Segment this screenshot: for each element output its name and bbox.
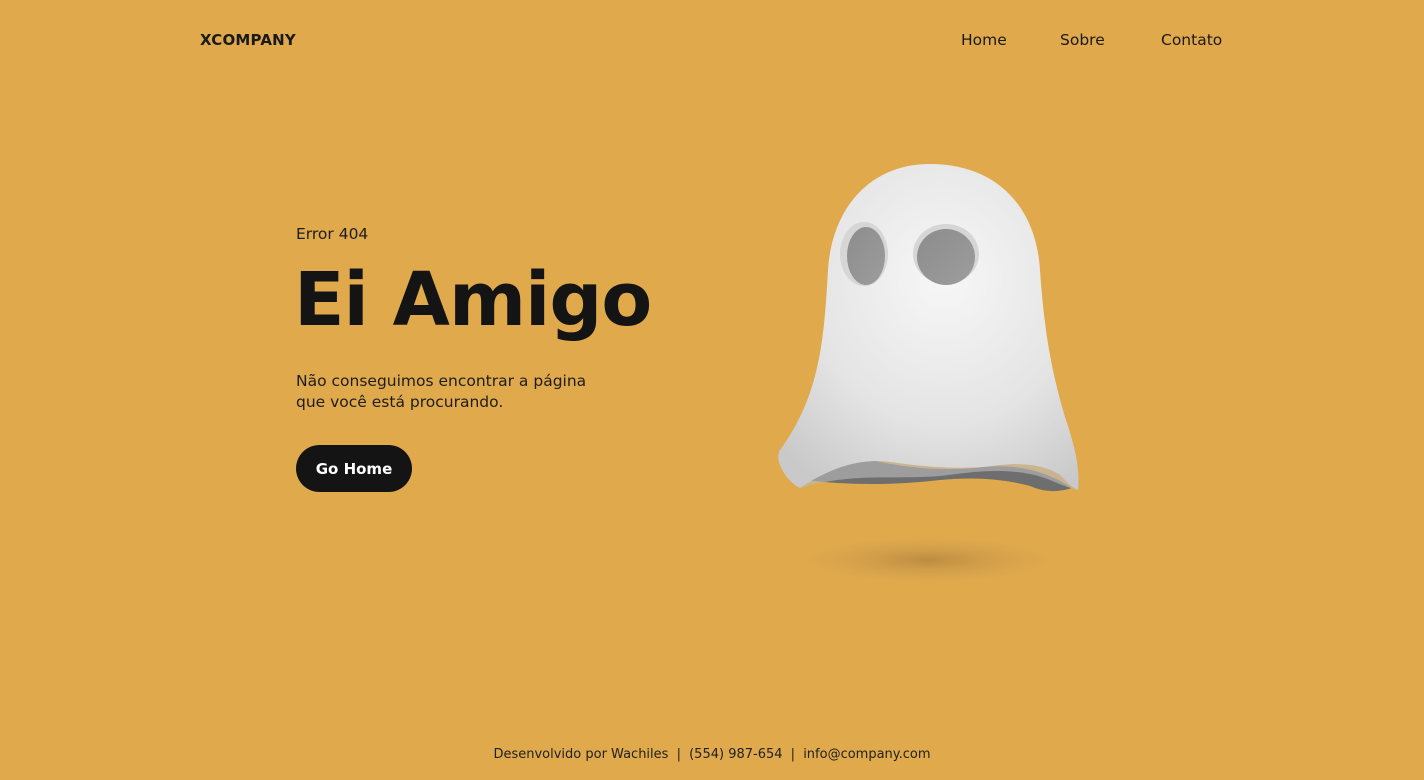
nav-link-sobre[interactable]: Sobre <box>1060 31 1161 49</box>
ghost-right-eye <box>917 229 975 285</box>
ghost-icon <box>778 164 1079 582</box>
error-message: Não conseguimos encontrar a página que v… <box>296 372 587 411</box>
page-headline: Ei Amigo <box>294 257 652 343</box>
footer-credit: Desenvolvido por Wachiles <box>493 747 669 762</box>
footer-phone[interactable]: (554) 987-654 <box>689 747 782 762</box>
page-footer: Desenvolvido por Wachiles | (554) 987-65… <box>0 747 1424 762</box>
nav-link-home[interactable]: Home <box>961 31 1060 49</box>
error-code-label: Error 404 <box>296 225 369 243</box>
brand-logo[interactable]: XCOMPANY <box>200 31 296 49</box>
ghost-shadow <box>806 538 1050 582</box>
ghost-illustration <box>760 150 1100 590</box>
footer-separator: | <box>790 747 796 762</box>
footer-separator: | <box>676 747 681 762</box>
nav-link-contato[interactable]: Contato <box>1161 31 1241 49</box>
ghost-body <box>778 164 1079 490</box>
go-home-button[interactable]: Go Home <box>296 445 412 492</box>
footer-email[interactable]: info@company.com <box>803 747 930 762</box>
main-nav: Home Sobre Contato <box>961 31 1241 49</box>
ghost-left-eye <box>847 227 885 285</box>
